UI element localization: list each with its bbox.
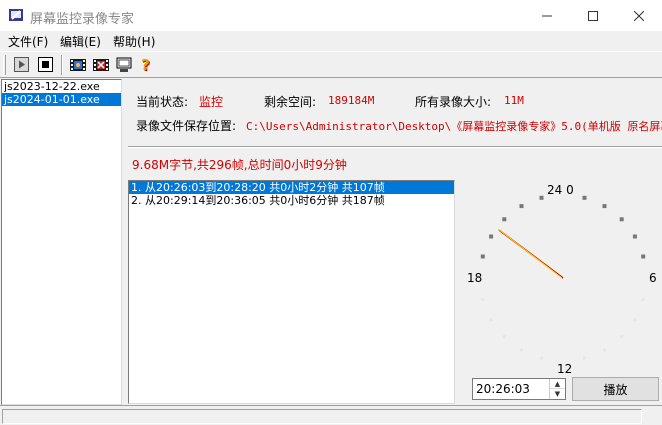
- help-tool-button[interactable]: ?: [135, 54, 156, 75]
- clock-tick: [520, 348, 523, 352]
- save-path-value: C:\Users\Administrator\Desktop\《屏幕监控录像专家…: [246, 120, 662, 133]
- clock-tick: [632, 234, 637, 239]
- clock-label-left: 18: [467, 271, 483, 285]
- settings-tool-button[interactable]: [113, 54, 134, 75]
- maximize-icon: [588, 10, 598, 21]
- stop-tool-button[interactable]: [35, 54, 56, 75]
- free-space-label: 剩余空间:: [264, 95, 317, 109]
- clock-tick: [480, 254, 485, 259]
- toolbar-separator: [61, 55, 63, 75]
- clock-face: [480, 195, 646, 360]
- toolbar: ?: [0, 51, 662, 78]
- recording-file-list[interactable]: js2023-12-22.exe js2024-01-01.exe: [1, 79, 122, 405]
- clock-tick: [633, 318, 637, 321]
- segment-list[interactable]: 1. 从20:26:03到20:28:20 共0小时2分钟 共107帧 2. 从2…: [128, 180, 455, 404]
- total-size-value: 11M: [504, 94, 524, 107]
- spin-up-button[interactable]: ▲: [550, 379, 565, 389]
- clock-hand: [497, 228, 563, 279]
- clock-tick: [582, 195, 587, 200]
- close-button[interactable]: [616, 0, 662, 31]
- film-monitor-icon: [69, 58, 86, 71]
- title-bar: 屏幕监控录像专家: [0, 0, 662, 31]
- time-value[interactable]: 20:26:03: [476, 382, 530, 396]
- menu-bar: 文件(F) 编辑(E) 帮助(H): [0, 31, 662, 51]
- file-list-item[interactable]: js2023-12-22.exe: [2, 80, 121, 93]
- clock-dial: 24 0 18 6 12: [460, 180, 662, 376]
- save-path-label: 录像文件保存位置:: [136, 119, 237, 133]
- free-space-value: 189184M: [328, 94, 375, 107]
- film-record-icon: [92, 58, 109, 71]
- record-tool-button[interactable]: [90, 54, 111, 75]
- clock-tick: [519, 204, 524, 209]
- file-list-item[interactable]: js2024-01-01.exe: [2, 93, 121, 106]
- monitor-settings-icon: [116, 57, 131, 72]
- status-label: 当前状态:: [136, 95, 189, 109]
- clock-tick: [602, 204, 607, 209]
- toolbar-grip: [3, 55, 6, 75]
- clock-tick: [481, 298, 485, 301]
- spin-down-button[interactable]: ▼: [550, 389, 565, 399]
- monitor-tool-button[interactable]: [67, 54, 88, 75]
- clock-tick: [603, 348, 606, 352]
- minimize-button[interactable]: [524, 0, 570, 31]
- maximize-button[interactable]: [570, 0, 616, 31]
- info-panel: 当前状态: 监控 剩余空间: 189184M 所有录像大小: 11M 录像文件保…: [128, 79, 662, 178]
- clock-label-right: 6: [649, 271, 657, 285]
- time-spin-buttons: ▲ ▼: [549, 379, 565, 399]
- play-button[interactable]: 播放: [572, 377, 659, 401]
- clock-tick: [641, 298, 645, 301]
- status-bar: [0, 405, 662, 425]
- clock-tick: [502, 335, 506, 339]
- status-value: 监控: [199, 95, 224, 109]
- app-icon: [9, 9, 23, 21]
- menu-edit[interactable]: 编辑(E): [60, 33, 101, 50]
- clock-tick: [489, 234, 494, 239]
- clock-tick: [641, 254, 646, 259]
- clock-tick: [489, 318, 493, 321]
- clock-tick: [619, 217, 624, 222]
- summary-text: 9.68M字节,共296帧,总时间0小时9分钟: [132, 158, 347, 172]
- clock-tick: [539, 195, 544, 200]
- menu-help[interactable]: 帮助(H): [113, 33, 155, 50]
- caret-up-icon: ▲: [554, 379, 561, 388]
- window-title: 屏幕监控录像专家: [30, 12, 135, 27]
- play-tool-button[interactable]: [11, 54, 32, 75]
- clock-label-top: 24 0: [547, 183, 574, 197]
- play-icon: [14, 57, 29, 72]
- info-divider: [128, 146, 662, 148]
- clock-tick: [540, 356, 543, 360]
- caret-down-icon: ▼: [554, 390, 561, 398]
- clock-label-bottom: 12: [557, 362, 573, 376]
- close-icon: [634, 10, 644, 21]
- status-cell: [2, 409, 642, 424]
- minimize-icon: [542, 15, 552, 16]
- clock-tick: [502, 217, 507, 222]
- clock-tick: [583, 356, 586, 360]
- clock-tick: [620, 335, 624, 339]
- time-spinner[interactable]: 20:26:03 ▲ ▼: [472, 378, 566, 400]
- total-size-label: 所有录像大小:: [415, 95, 492, 109]
- stop-icon: [38, 57, 53, 72]
- menu-file[interactable]: 文件(F): [8, 33, 48, 50]
- segment-list-item[interactable]: 2. 从20:29:14到20:36:05 共0小时6分钟 共187帧: [129, 194, 454, 207]
- question-icon: ?: [141, 55, 150, 74]
- segment-list-item[interactable]: 1. 从20:26:03到20:28:20 共0小时2分钟 共107帧: [129, 181, 454, 194]
